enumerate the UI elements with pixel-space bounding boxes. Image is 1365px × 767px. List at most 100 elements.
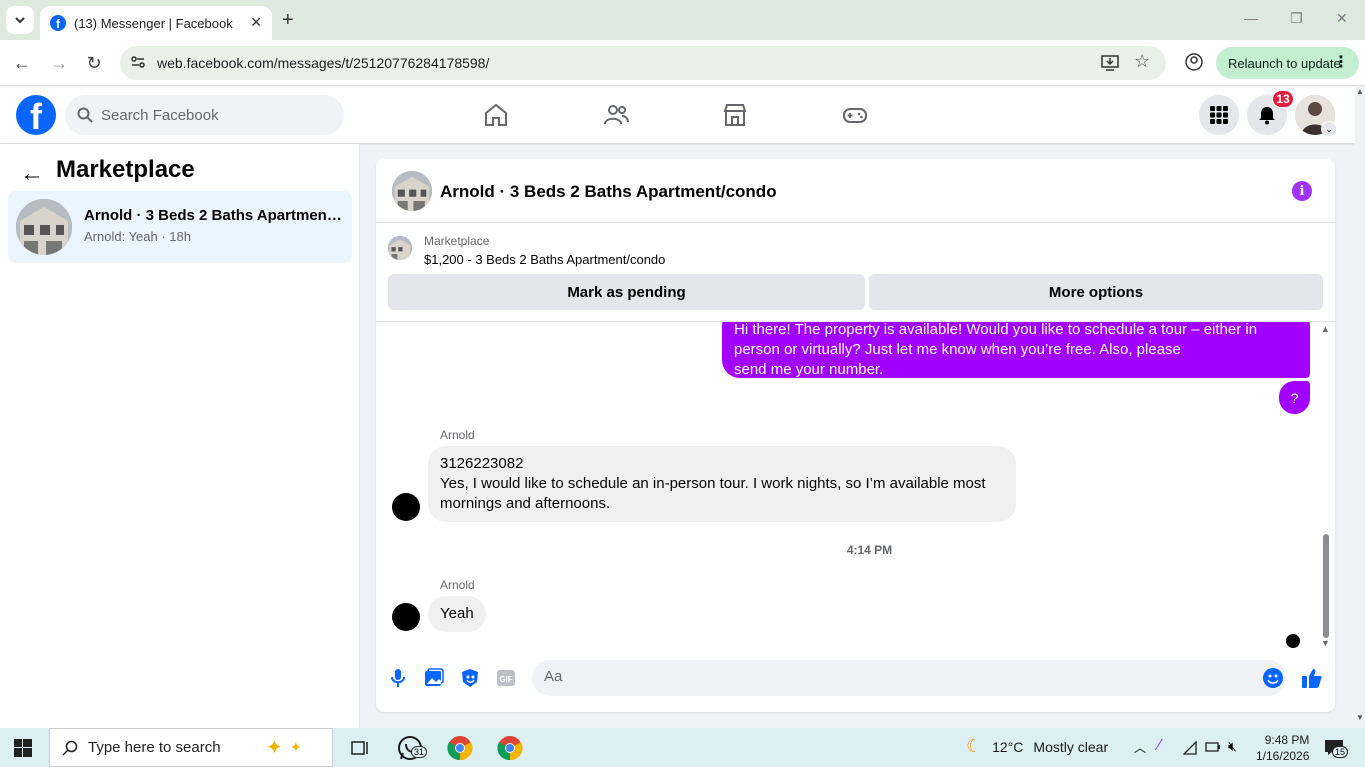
more-options-button[interactable]: More options [869, 274, 1323, 310]
conversation-title: Arnold · 3 Beds 2 Baths Apartment... [84, 207, 344, 224]
message-sender: Arnold [440, 578, 475, 592]
tab-search-button[interactable] [6, 6, 34, 34]
windows-start-icon[interactable] [14, 739, 32, 757]
page-scroll-up-icon[interactable]: ▲ [1356, 87, 1364, 96]
facebook-search-input[interactable] [101, 106, 321, 124]
close-tab-icon[interactable]: ✕ [250, 14, 262, 31]
whatsapp-app-icon[interactable]: 31 [396, 734, 428, 762]
relaunch-label: Relaunch to update [1228, 55, 1341, 71]
message-scrollbar[interactable]: ▲ ▼ [1320, 324, 1332, 650]
incoming-message[interactable]: Yeah [428, 596, 486, 632]
notification-center-badge: 15 [1332, 746, 1349, 758]
message-composer: GIF [376, 654, 1335, 712]
sticker-icon[interactable] [459, 667, 481, 689]
scrollbar-thumb[interactable] [1323, 534, 1329, 638]
emoji-icon[interactable] [1263, 668, 1283, 688]
conversation-preview: Arnold: Yeah · 18h [84, 229, 191, 244]
relaunch-to-update-button[interactable]: Relaunch to update ⋮ [1216, 47, 1359, 79]
browser-tab-messenger[interactable]: f (13) Messenger | Facebook ✕ [40, 6, 272, 40]
scroll-up-icon[interactable]: ▲ [1321, 324, 1330, 334]
message-input-box[interactable] [532, 660, 1286, 696]
task-view-icon[interactable] [346, 734, 374, 762]
forward-button[interactable]: → [47, 51, 71, 75]
grid-icon [1210, 106, 1228, 124]
info-icon[interactable]: i [1292, 181, 1312, 201]
page-scroll-down-icon[interactable]: ▼ [1356, 713, 1364, 722]
facebook-header: f 13 ⌄ [0, 87, 1355, 143]
minimize-icon[interactable]: — [1244, 10, 1258, 26]
browser-menu-icon[interactable]: ⋮ [1333, 52, 1349, 72]
windows-search-box[interactable]: ✦ ✦ [49, 728, 333, 767]
tray-chevron-up-icon[interactable]: ︿ [1134, 739, 1146, 756]
network-icon[interactable] [1183, 741, 1197, 755]
profile-icon[interactable] [1184, 52, 1204, 72]
address-bar[interactable]: web.facebook.com/messages/t/251207762841… [120, 46, 1166, 80]
incoming-message-line: mornings and afternoons. [440, 495, 611, 512]
volume-muted-icon[interactable]: 🔇︎ [1228, 738, 1237, 755]
listing-description[interactable]: $1,200 - 3 Beds 2 Baths Apartment/condo [424, 252, 665, 267]
site-info-icon[interactable] [130, 54, 146, 70]
marketplace-nav-icon[interactable] [721, 101, 749, 129]
conversation-item[interactable]: Arnold · 3 Beds 2 Baths Apartment... Arn… [8, 191, 352, 263]
windows-taskbar: ✦ ✦ 31 ☾ 12°C Mostly clear ︿ ⁄ 🔇︎ 9:48 P… [0, 728, 1365, 767]
weather-widget[interactable]: ☾ 12°C Mostly clear [966, 736, 1108, 757]
message-input[interactable] [544, 668, 1244, 685]
home-nav-icon[interactable] [482, 101, 510, 129]
menu-grid-button[interactable] [1199, 95, 1239, 135]
gaming-nav-icon[interactable] [841, 101, 869, 129]
photo-icon[interactable] [423, 667, 445, 689]
notification-center-icon[interactable]: 15 [1324, 739, 1349, 760]
seen-indicator-avatar [1286, 634, 1300, 648]
outgoing-message[interactable]: Hi there! The property is available! Wou… [722, 321, 1310, 378]
battery-icon[interactable] [1205, 741, 1221, 753]
search-icon [77, 107, 93, 123]
listing-bar: Marketplace $1,200 - 3 Beds 2 Baths Apar… [376, 224, 1335, 321]
bookmark-star-icon[interactable]: ☆ [1134, 51, 1150, 72]
outgoing-message-line: Hi there! The property is available! Wou… [734, 321, 1258, 338]
new-tab-button[interactable]: + [282, 9, 294, 32]
incoming-message[interactable]: 3126223082 Yes, I would like to schedule… [428, 446, 1016, 522]
copilot-sparkle-icon[interactable]: ✦ [266, 735, 283, 760]
temperature: 12°C [992, 738, 1024, 755]
tab-title: (13) Messenger | Facebook [74, 15, 233, 31]
chat-header: Arnold · 3 Beds 2 Baths Apartment/condo … [376, 159, 1335, 223]
account-chevron-icon[interactable]: ⌄ [1321, 121, 1337, 137]
back-button[interactable]: ← [10, 51, 34, 75]
sender-avatar[interactable] [392, 493, 420, 521]
facebook-logo-icon[interactable]: f [16, 95, 56, 135]
scroll-down-icon[interactable]: ▼ [1321, 638, 1330, 648]
chat-panel: Arnold · 3 Beds 2 Baths Apartment/condo … [376, 159, 1335, 712]
message-sender: Arnold [440, 428, 475, 442]
sender-avatar[interactable] [392, 603, 420, 631]
chrome-app-icon[interactable] [446, 734, 474, 762]
chrome-profile-app-icon[interactable] [496, 734, 524, 762]
reload-button[interactable]: ↻ [82, 51, 106, 75]
install-app-icon[interactable] [1100, 53, 1120, 73]
restore-icon[interactable]: ❐ [1290, 10, 1303, 27]
facebook-favicon-icon: f [50, 15, 66, 31]
facebook-search[interactable] [65, 95, 344, 135]
windows-search-input[interactable] [88, 739, 268, 756]
window-close-icon[interactable]: ✕ [1336, 10, 1348, 27]
taskbar-clock[interactable]: 9:48 PM 1/16/2026 [1256, 732, 1309, 764]
bell-icon [1259, 107, 1275, 125]
browser-toolbar: ← → ↻ web.facebook.com/messages/t/251207… [0, 40, 1365, 86]
notification-badge: 13 [1272, 90, 1294, 108]
outgoing-message-question[interactable]: ? [1279, 381, 1310, 414]
like-thumb-icon[interactable] [1301, 667, 1323, 689]
listing-label: Marketplace [424, 234, 490, 248]
moon-cloud-icon: ☾ [966, 736, 983, 756]
outgoing-message-line: send me your number. [734, 361, 884, 378]
mark-as-pending-button[interactable]: Mark as pending [388, 274, 865, 310]
back-arrow-icon[interactable]: ← [20, 160, 44, 188]
gif-icon[interactable]: GIF [495, 667, 517, 689]
outgoing-message-line: person or virtually? Just let me know wh… [734, 341, 1181, 358]
chat-title[interactable]: Arnold · 3 Beds 2 Baths Apartment/condo [440, 182, 777, 202]
pen-icon[interactable]: ⁄ [1158, 737, 1161, 755]
browser-tab-strip: f (13) Messenger | Facebook ✕ + — ❐ ✕ [0, 0, 1365, 40]
sidebar-title: Marketplace [56, 156, 195, 183]
page-scrollbar[interactable]: ▲ ▼ [1355, 87, 1365, 728]
friends-nav-icon[interactable] [602, 101, 630, 129]
chat-header-thumbnail[interactable] [392, 171, 432, 211]
microphone-icon[interactable] [387, 667, 409, 689]
